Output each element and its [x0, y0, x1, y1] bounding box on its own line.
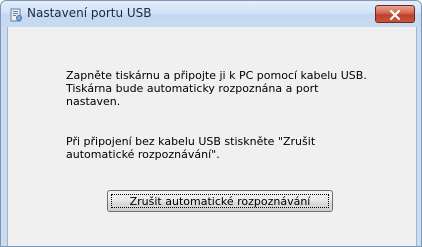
close-icon: [389, 5, 401, 24]
instruction-line: nastaven.: [66, 95, 121, 108]
cancel-auto-detect-button[interactable]: Zrušit automatické rozpoznávání: [107, 190, 333, 212]
dialog-window: Nastavení portu USB Zapněte tiskárnu a p…: [0, 0, 422, 247]
instruction-text: Zapněte tiskárnu a připojte ji k PC pomo…: [66, 69, 367, 108]
focus-rectangle: [111, 194, 329, 208]
printer-setup-icon: [9, 7, 23, 22]
hint-line: Při připojení bez kabelu USB stiskněte "…: [66, 135, 316, 148]
title-bar[interactable]: Nastavení portu USB: [1, 1, 421, 27]
close-button[interactable]: [375, 5, 415, 23]
instruction-line: Tiskárna bude automaticky rozpoznána a p…: [66, 82, 319, 95]
hint-text: Při připojení bez kabelu USB stiskněte "…: [66, 135, 315, 161]
instruction-line: Zapněte tiskárnu a připojte ji k PC pomo…: [66, 69, 367, 82]
hint-line: automatické rozpoznávání".: [66, 148, 220, 161]
window-title: Nastavení portu USB: [27, 6, 152, 20]
dialog-body: Zapněte tiskárnu a připojte ji k PC pomo…: [7, 27, 417, 246]
